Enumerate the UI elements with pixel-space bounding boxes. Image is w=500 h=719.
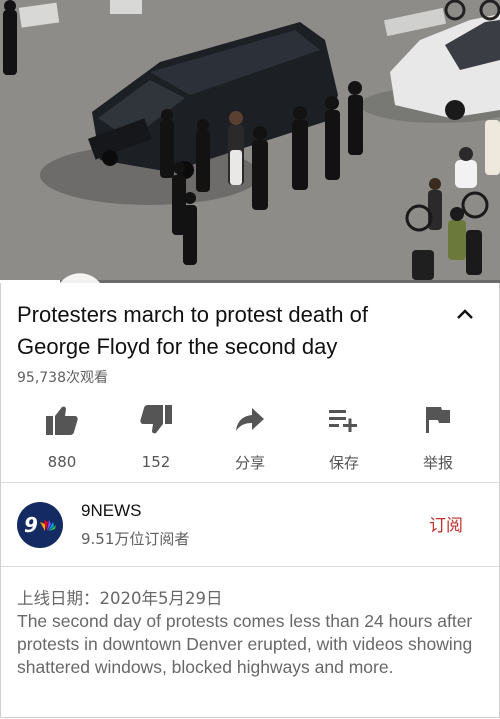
- share-icon: [233, 403, 267, 436]
- dislike-count: 152: [141, 453, 171, 471]
- save-label: 保存: [328, 454, 359, 472]
- report-label: 举报: [422, 454, 453, 472]
- nbc-logo-icon: 9: [24, 513, 56, 537]
- divider: [1, 566, 499, 567]
- video-player[interactable]: [0, 0, 500, 283]
- channel-row: 9 9NEWS 9.51万位订阅者 订阅: [1, 483, 499, 565]
- like-count: 880: [47, 453, 77, 471]
- view-count: 95,738次观看: [17, 370, 108, 386]
- thumbs-up-icon: [45, 403, 79, 437]
- video-frame-image: [0, 0, 500, 283]
- channel-avatar[interactable]: 9: [17, 502, 63, 548]
- upload-date: 上线日期：2020年5月29日: [17, 589, 223, 608]
- subscriber-count: 9.51万位订阅者: [81, 530, 190, 548]
- save-playlist-icon: [327, 403, 361, 436]
- save-button[interactable]: 保存: [309, 403, 379, 473]
- thumbs-down-icon: [139, 403, 173, 437]
- video-info-panel: Protesters march to protest death of Geo…: [0, 283, 500, 718]
- like-button[interactable]: 880: [27, 403, 97, 473]
- video-title[interactable]: Protesters march to protest death of Geo…: [17, 299, 437, 363]
- flag-icon: [421, 403, 455, 436]
- video-description: 上线日期：2020年5月29日 The second day of protes…: [17, 587, 487, 679]
- report-button[interactable]: 举报: [403, 403, 473, 473]
- share-label: 分享: [234, 454, 265, 472]
- action-bar: 880 152 分享 保存 举报: [1, 403, 499, 473]
- dislike-button[interactable]: 152: [121, 403, 191, 473]
- description-text: The second day of protests comes less th…: [17, 611, 473, 677]
- channel-name[interactable]: 9NEWS: [81, 501, 141, 521]
- svg-text:9: 9: [24, 513, 38, 537]
- subscribe-button[interactable]: 订阅: [429, 511, 463, 536]
- chevron-up-icon[interactable]: [453, 303, 477, 327]
- share-button[interactable]: 分享: [215, 403, 285, 473]
